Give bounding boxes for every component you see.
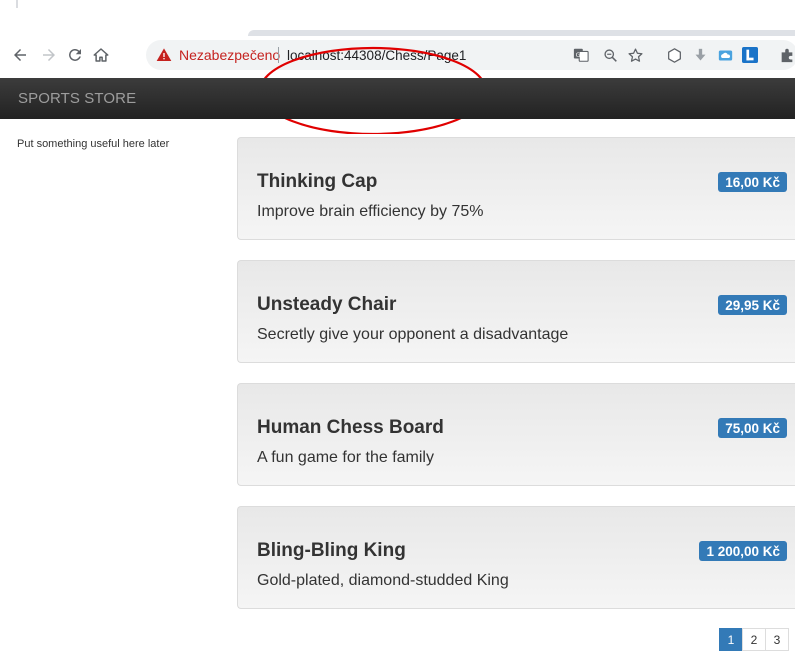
download-extension-icon[interactable] [691,46,709,64]
page-link-3[interactable]: 3 [765,628,789,651]
brand-link[interactable]: SPORTS STORE [18,78,136,119]
price-badge: 75,00 Kč [718,418,787,438]
product-description: Secretly give your opponent a disadvanta… [257,326,569,343]
product-card: Bling-Bling King 1 200,00 Kč Gold-plated… [237,506,795,609]
product-card: Human Chess Board 75,00 Kč A fun game fo… [237,383,795,486]
product-description: Gold-plated, diamond-studded King [257,572,509,589]
pagination: 1 2 3 [719,628,789,651]
l-extension-icon[interactable] [741,46,759,64]
product-card: Unsteady Chair 29,95 Kč Secretly give yo… [237,260,795,363]
url-text[interactable]: localhost:44308/Chess/Page1 [287,40,466,70]
browser-tab-strip [0,0,795,36]
product-name: Human Chess Board [257,417,444,438]
omnibox-separator [278,47,279,63]
svg-text:G: G [576,52,581,59]
product-card: Thinking Cap 16,00 Kč Improve brain effi… [237,137,795,240]
product-name: Bling-Bling King [257,540,406,561]
sidebar-note: Put something useful here later [17,138,170,150]
page-link-2[interactable]: 2 [742,628,766,651]
product-name: Unsteady Chair [257,294,397,315]
forward-arrow-icon[interactable] [38,44,60,66]
product-list: Thinking Cap 16,00 Kč Improve brain effi… [237,137,795,629]
back-arrow-icon[interactable] [9,44,31,66]
product-name: Thinking Cap [257,171,378,192]
price-badge: 16,00 Kč [718,172,787,192]
product-description: Improve brain efficiency by 75% [257,203,484,220]
bookmark-star-icon[interactable] [626,46,644,64]
price-badge: 29,95 Kč [718,295,787,315]
tab-strip-marker [16,0,18,8]
price-badge: 1 200,00 Kč [699,541,787,561]
cloud-extension-icon[interactable] [716,46,734,64]
warning-triangle-icon [156,48,172,61]
security-indicator[interactable]: Nezabezpečeno [156,40,280,70]
security-label: Nezabezpečeno [179,47,281,63]
translate-icon[interactable]: G [572,46,590,64]
page-link-1[interactable]: 1 [719,628,743,651]
site-navbar: SPORTS STORE [0,78,795,119]
browser-toolbar: Nezabezpečeno localhost:44308/Chess/Page… [0,36,795,134]
product-description: A fun game for the family [257,449,434,466]
zoom-icon[interactable] [601,46,619,64]
home-icon[interactable] [90,44,112,66]
shield-extension-icon[interactable] [665,46,683,64]
reload-icon[interactable] [64,44,86,66]
puzzle-extension-icon[interactable] [779,46,795,64]
